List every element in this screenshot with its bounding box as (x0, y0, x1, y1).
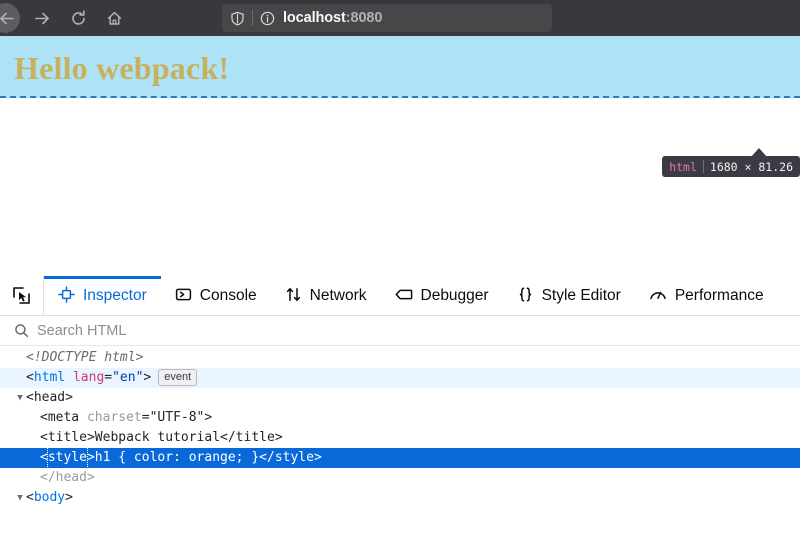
home-button[interactable] (96, 0, 132, 36)
tab-console-label: Console (199, 287, 257, 305)
twisty-expanded-head[interactable]: ▼ (14, 388, 26, 408)
markup-search-bar[interactable]: Search HTML (0, 316, 800, 346)
element-size-badge: html 1680 × 81.26 (662, 156, 800, 177)
angle-open: < (40, 430, 48, 445)
tab-network[interactable]: Network (271, 276, 381, 315)
attr-value-charset: "UTF-8" (149, 410, 205, 425)
angle-close: > (86, 430, 95, 445)
debugger-icon (395, 286, 413, 308)
angle-open: < (40, 450, 48, 465)
page-heading: Hello webpack! (14, 50, 230, 86)
markup-row-title[interactable]: < title > Webpack tutorial </title> (0, 428, 800, 448)
element-picker-button[interactable] (0, 276, 44, 315)
browser-toolbar: localhost:8080 (0, 0, 800, 36)
tab-debugger[interactable]: Debugger (381, 276, 503, 315)
twisty-expanded-body[interactable]: ▼ (14, 488, 26, 508)
tab-inspector[interactable]: Inspector (44, 276, 161, 315)
equals: = (141, 410, 150, 425)
angle-open: < (26, 390, 34, 405)
page-viewport: Hello webpack! html 1680 × 81.26 (0, 36, 800, 276)
devtools-toolbar: Inspector Console Network Debugger Style… (0, 276, 800, 316)
markup-row-html[interactable]: < html lang = "en" > event (0, 368, 800, 388)
markup-row-meta[interactable]: < meta charset = "UTF-8" > (0, 408, 800, 428)
size-badge-divider (702, 160, 704, 173)
tab-inspector-label: Inspector (83, 287, 147, 305)
braces-icon (517, 286, 534, 308)
search-input-placeholder[interactable]: Search HTML (37, 323, 126, 339)
tab-style-editor-label: Style Editor (541, 287, 621, 305)
markup-row-doctype[interactable]: <!DOCTYPE html> (0, 348, 800, 368)
angle-close: > (143, 370, 152, 385)
angle-open: < (26, 370, 34, 385)
doctype-text: <!DOCTYPE html> (26, 350, 144, 365)
performance-icon (649, 286, 667, 308)
equals: = (104, 370, 113, 385)
devtools-panel: Inspector Console Network Debugger Style… (0, 276, 800, 541)
angle-close: > (65, 390, 73, 405)
navigation-buttons (0, 0, 132, 36)
highlighted-html-element: Hello webpack! (0, 36, 800, 98)
url-text[interactable]: localhost:8080 (283, 10, 382, 26)
tag-name-body: body (33, 490, 66, 505)
url-port: :8080 (345, 10, 383, 26)
forward-button[interactable] (24, 0, 60, 36)
title-text-node: Webpack tutorial (94, 430, 221, 445)
markup-row-style[interactable]: < style > h1 { color: orange; } </style> (0, 447, 800, 469)
attr-name-charset: charset (86, 410, 142, 425)
console-icon (175, 286, 192, 308)
angle-close: > (204, 410, 213, 425)
inspector-icon (58, 286, 75, 308)
event-badge[interactable]: event (158, 368, 198, 386)
angle-open: < (26, 490, 34, 505)
size-badge-dimensions: 1680 × 81.26 (709, 159, 793, 174)
search-icon (14, 323, 29, 338)
attr-value-lang: "en" (112, 370, 144, 385)
tab-debugger-label: Debugger (420, 287, 489, 305)
back-button[interactable] (0, 0, 24, 36)
title-close-tag: </title> (220, 430, 283, 445)
head-close-tag: </head> (40, 470, 95, 485)
shield-icon[interactable] (230, 11, 245, 26)
tab-network-label: Network (309, 287, 367, 305)
tab-performance[interactable]: Performance (635, 276, 778, 315)
angle-close: > (86, 450, 95, 465)
size-badge-tag: html (669, 159, 697, 174)
tag-name-head: head (33, 390, 66, 405)
tag-name-html: html (33, 370, 66, 385)
markup-tree[interactable]: <!DOCTYPE html> < html lang = "en" > event ▼… (0, 346, 800, 541)
tab-performance-label: Performance (674, 287, 764, 305)
style-close-tag: </style> (259, 450, 322, 465)
urlbar-divider (252, 10, 253, 26)
reload-button[interactable] (60, 0, 96, 36)
tab-console[interactable]: Console (161, 276, 271, 315)
tag-name-meta: meta (47, 410, 80, 425)
url-bar[interactable]: localhost:8080 (222, 4, 552, 32)
network-icon (285, 286, 302, 308)
attr-name-lang: lang (72, 370, 105, 385)
angle-open: < (40, 410, 48, 425)
markup-row-head[interactable]: ▼ < head > (0, 388, 800, 408)
info-circle-icon[interactable] (260, 11, 275, 26)
markup-row-body[interactable]: ▼ < body > (0, 488, 800, 508)
style-text-node: h1 { color: orange; } (94, 450, 260, 465)
markup-row-head-close[interactable]: </head> (0, 468, 800, 488)
tag-name-style[interactable]: style (46, 447, 88, 469)
tab-style-editor[interactable]: Style Editor (503, 276, 635, 315)
angle-close: > (65, 490, 73, 505)
tag-name-title: title (47, 430, 87, 445)
url-host: localhost (283, 10, 346, 26)
